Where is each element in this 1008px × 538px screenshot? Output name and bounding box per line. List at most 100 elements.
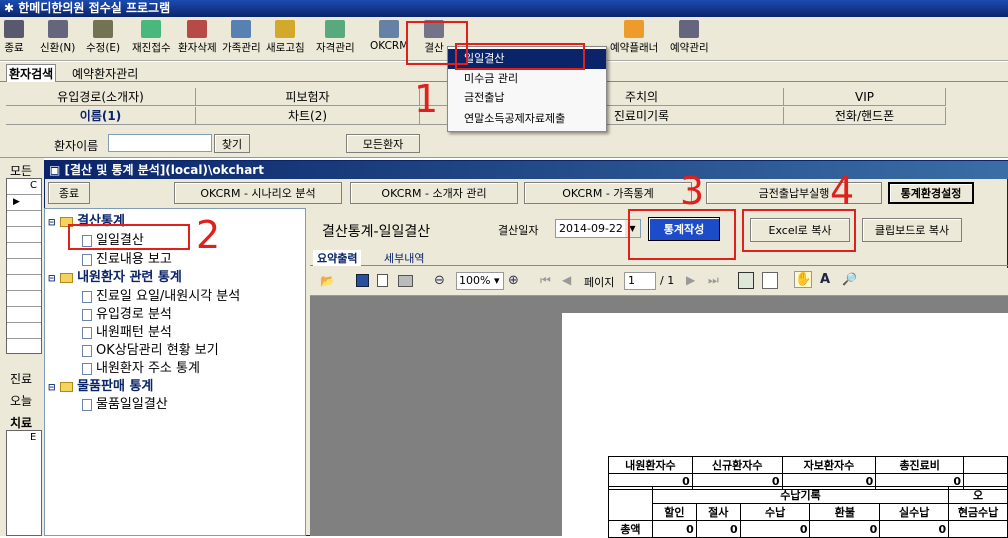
okcrm-scenario-button[interactable]: OKCRM - 시나리오 분석 [174,182,342,204]
toolbar-button-0[interactable]: 종료 [4,18,24,58]
close-report-button[interactable]: 종료 [48,182,90,204]
first-page-icon[interactable]: ⏮ [540,273,551,288]
toolbar-button-2[interactable]: 수정(E) [86,18,120,58]
today-label: 오늘 [10,394,33,408]
toolbar-button-3[interactable]: 재진접수 [132,18,171,58]
clipboard-copy-button[interactable]: 클립보드로 복사 [862,218,962,242]
toolbar-label: 자격관리 [316,42,355,54]
header-new: 신규환자수 [691,456,783,474]
okcrm-referrer-button[interactable]: OKCRM - 소개자 관리 [350,182,518,204]
save-icon[interactable] [356,274,369,287]
toolbar-label: 종료 [4,42,24,54]
annotation-box-menu [455,43,585,70]
toolbar-label: 예약관리 [670,42,709,54]
document-icon [82,290,92,303]
tree-item-weekday-analysis[interactable]: 진료일 요일/내원시각 분석 [82,285,240,304]
header-refund: 환불 [809,503,881,521]
all-patients-button[interactable]: 모든환자 [346,134,420,153]
new-patient-icon [47,20,68,38]
treatment-grid[interactable] [6,430,42,536]
tree-item-label: 유입경로 분석 [96,307,172,322]
cell-cut: 0 [695,520,741,538]
next-page-icon[interactable]: ▶ [686,273,695,287]
tab-summary[interactable]: 요약출력 [313,250,362,266]
tree-item-goods-daily[interactable]: 물품일일결산 [82,393,168,412]
family-icon [231,20,252,38]
toolbar-button-8[interactable]: OKCRM [370,18,408,58]
hand-tool-icon[interactable]: ✋ [794,271,813,288]
tab-treatment[interactable]: 진료 [10,370,32,387]
toolbar-label: 예약플래너 [610,42,659,54]
treatment-header: 치료 [10,416,33,430]
edit-icon [93,20,114,38]
receipt-table: 수납기록 오 할인 절사 수납 환불 실수납 현금수납 총액 0 0 0 0 0 [608,486,1008,538]
tab-reservation[interactable]: 예약환자관리 [72,65,138,82]
refresh-icon [275,20,296,38]
header-auto: 자보환자수 [781,456,877,474]
tab-patient-search[interactable]: 환자검색 [6,64,57,82]
zoom-value: 100% [459,274,491,287]
page-icon[interactable] [377,274,388,287]
zoom-in-icon[interactable]: ⊕ [508,273,519,288]
prev-page-icon[interactable]: ◀ [562,273,571,287]
annotation-number-2: 2 [196,213,221,257]
single-page-icon[interactable] [738,272,754,289]
cash-book-button[interactable]: 금전출납부실행 [706,182,882,204]
annotation-number-1: 1 [414,77,439,121]
toolbar-button-6[interactable]: 새로고침 [266,18,305,58]
last-page-icon[interactable]: ⏭ [708,273,719,288]
find-button[interactable]: 찾기 [214,134,250,153]
toolbar-button-11[interactable]: 예약관리 [670,18,709,58]
search-key-row2-0[interactable]: 이름(1) [6,107,196,125]
page-input[interactable]: 1 [624,272,656,290]
print-icon[interactable] [398,275,413,287]
find-text-icon[interactable]: 🔎 [842,272,857,286]
tree-item-consult-status[interactable]: OK상담관리 현황 보기 [82,339,219,358]
search-key-row2-4[interactable]: 전화/핸드폰 [784,107,946,125]
app-icon: ✱ [4,1,19,15]
zoom-out-icon[interactable]: ⊖ [434,273,445,288]
tree-item-visit-pattern[interactable]: 내원패턴 분석 [82,321,172,340]
open-icon[interactable]: 📂 [320,274,335,288]
search-key-row1-0[interactable]: 유입경로(소개자) [6,88,196,106]
okcrm-family-button[interactable]: OKCRM - 가족통계 [524,182,692,204]
toolbar-button-7[interactable]: 자격관리 [316,18,355,58]
text-select-icon[interactable]: A [820,272,830,287]
search-key-row2-1[interactable]: 차트(2) [196,107,420,125]
folder-icon [60,272,74,283]
search-key-row1-1[interactable]: 피보험자 [196,88,420,106]
header-real-payment: 실수납 [879,503,950,521]
tree-item-label: OK상담관리 현황 보기 [96,343,219,358]
tree-item-inflow-analysis[interactable]: 유입경로 분석 [82,303,172,322]
cell-discount: 0 [651,520,697,538]
annotation-box-2 [68,224,190,250]
stats-settings-button[interactable]: 통계환경설정 [888,182,974,204]
toolbar-button-1[interactable]: 신환(N) [40,18,75,58]
tree-item-label: 진료일 요일/내원시각 분석 [96,289,241,304]
row-total-label: 총액 [608,520,653,538]
patient-name-label: 환자이름 [54,139,99,153]
patient-name-input[interactable] [108,134,212,152]
toolbar-button-5[interactable]: 가족관리 [222,18,261,58]
multi-page-icon[interactable] [762,272,778,289]
menu-item-cash-book[interactable]: 금전출납 [448,88,606,107]
tree-group-patient-stats[interactable]: ⊟ 내원환자 관련 통계 [48,266,182,285]
toolbar-label: 가족관리 [222,42,261,54]
tab-detail[interactable]: 세부내역 [384,250,424,266]
column-label: 모든 [10,164,33,178]
tree-item-treatment-report[interactable]: 진료내용 보고 [82,248,172,267]
search-key-row1-4[interactable]: VIP [784,88,946,106]
date-value: 2014-09-22 [559,222,623,235]
tree-item-address-stats[interactable]: 내원환자 주소 통계 [82,357,200,376]
menu-item-receivables[interactable]: 미수금 관리 [448,69,606,88]
window-icon: ▣ [49,163,65,177]
folder-icon [60,381,74,392]
tree-group-label: 내원환자 관련 통계 [77,270,182,285]
zoom-select[interactable]: 100% ▾ [456,272,504,290]
menu-item-tax-deduction[interactable]: 연말소득공제자료제출 [448,108,606,130]
toolbar-button-4[interactable]: 환자삭제 [178,18,217,58]
toolbar-button-10[interactable]: 예약플래너 [610,18,658,58]
patient-grid[interactable] [6,178,42,354]
tree-group-goods[interactable]: ⊟ 물품판매 통계 [48,375,153,394]
revisit-icon [141,20,162,38]
